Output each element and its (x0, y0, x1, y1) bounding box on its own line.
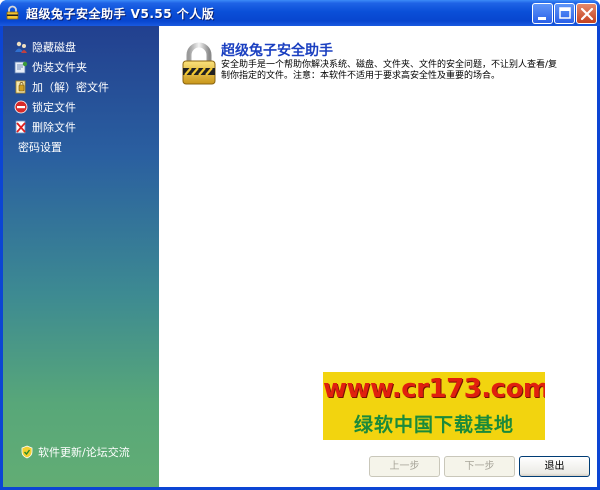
sidebar-item-label: 锁定文件 (32, 101, 76, 114)
sidebar-item-label: 伪装文件夹 (32, 61, 87, 74)
watermark-url: www.cr173.com (323, 374, 545, 404)
description-text: 安全助手是一个帮助你解决系统、磁盘、文件夹、文件的安全问题，不让别人查看/复制你… (221, 60, 558, 81)
update-forum-link[interactable]: 软件更新/论坛交流 (20, 444, 130, 460)
sidebar-item-delete-file[interactable]: 删除文件 (14, 117, 109, 137)
page-title: 超级兔子安全助手 (221, 43, 333, 59)
sidebar-nav: 隐藏磁盘 伪装文件夹 加（解）密文件 锁定文件 删除文件 密码设置 (14, 37, 109, 157)
window-title: 超级兔子安全助手 V5.55 个人版 (26, 7, 215, 21)
sidebar-item-label: 加（解）密文件 (32, 81, 109, 94)
shield-icon (20, 445, 34, 459)
lock-file-icon (14, 100, 28, 114)
close-button[interactable] (576, 3, 597, 24)
exit-button[interactable]: 退出 (519, 456, 590, 477)
hidden-disk-icon (14, 40, 28, 54)
prev-button[interactable]: 上一步 (369, 456, 440, 477)
sidebar-item-disguise-folder[interactable]: 伪装文件夹 (14, 57, 109, 77)
maximize-button[interactable] (554, 3, 575, 24)
sidebar-item-label: 密码设置 (18, 141, 62, 154)
app-window: 超级兔子安全助手 V5.55 个人版 隐藏磁盘 伪装文件夹 加（解）密文件 锁定… (0, 0, 600, 490)
sidebar-item-encrypt-file[interactable]: 加（解）密文件 (14, 77, 109, 97)
sidebar-item-label: 删除文件 (32, 121, 76, 134)
encrypt-file-icon (14, 80, 28, 94)
sidebar-item-lock-file[interactable]: 锁定文件 (14, 97, 109, 117)
sidebar-item-hide-disk[interactable]: 隐藏磁盘 (14, 37, 109, 57)
client-area: 隐藏磁盘 伪装文件夹 加（解）密文件 锁定文件 删除文件 密码设置 软件更新/论… (3, 26, 597, 487)
main-panel: 超级兔子安全助手 安全助手是一个帮助你解决系统、磁盘、文件夹、文件的安全问题，不… (159, 26, 597, 487)
update-forum-label: 软件更新/论坛交流 (38, 446, 130, 459)
window-frame-left (0, 26, 3, 490)
delete-file-icon (14, 120, 28, 134)
watermark-subtitle: 绿软中国下载基地 (353, 414, 514, 436)
app-padlock-icon (5, 5, 20, 20)
next-button[interactable]: 下一步 (444, 456, 515, 477)
folder-disguise-icon (14, 60, 28, 74)
sidebar: 隐藏磁盘 伪装文件夹 加（解）密文件 锁定文件 删除文件 密码设置 软件更新/论… (3, 26, 159, 487)
sidebar-item-label: 隐藏磁盘 (32, 41, 76, 54)
padlock-icon (179, 42, 219, 86)
watermark-banner: www.cr173.com 绿软中国下载基地 (323, 372, 545, 440)
sidebar-item-password-settings[interactable]: 密码设置 (14, 137, 109, 157)
minimize-button[interactable] (532, 3, 553, 24)
title-bar[interactable]: 超级兔子安全助手 V5.55 个人版 (0, 0, 600, 26)
